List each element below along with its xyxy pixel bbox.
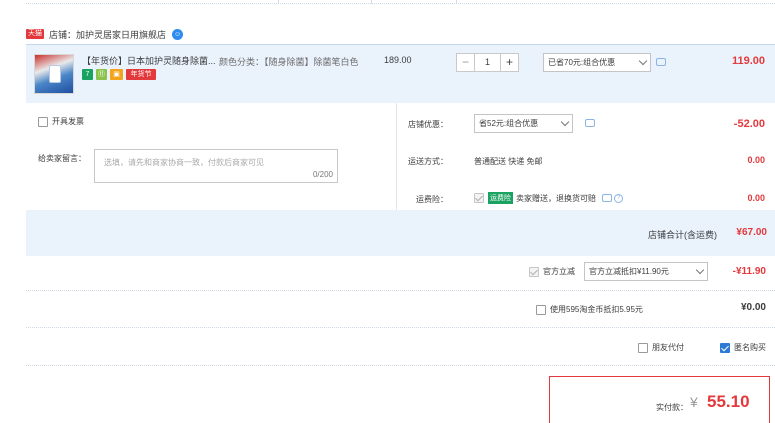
- store-discount-select-value: 省52元:组合优惠: [479, 119, 539, 128]
- anonymous-purchase-option[interactable]: 匿名购买: [720, 342, 766, 353]
- actual-payment-label: 实付款：: [656, 403, 688, 412]
- row-divider: [26, 327, 775, 328]
- store-discount-row: 店铺优惠： 省52元:组合优惠 -52.00: [397, 114, 775, 136]
- insurance-detail: 运费险 卖家赠送，退换货可赔 ?: [474, 192, 623, 204]
- shipping-insurance-row: 运费险： 运费险 卖家赠送，退换货可赔 ? 0.00: [397, 192, 775, 206]
- official-discount-label: 官方立减: [543, 267, 575, 276]
- row-divider: [26, 290, 775, 291]
- official-discount-select-value: 官方立减抵扣¥11.90元: [589, 267, 669, 276]
- anonymous-purchase-label: 匿名购买: [734, 343, 766, 352]
- invoice-option[interactable]: 开具发票: [38, 116, 84, 127]
- new-year-sale-badge: 年货节: [126, 69, 156, 80]
- chevron-down-icon: [638, 56, 648, 66]
- store-discount-select[interactable]: 省52元:组合优惠: [474, 114, 573, 133]
- taojinbi-option[interactable]: 使用595淘金币抵扣5.95元: [536, 304, 643, 315]
- chat-badge-icon[interactable]: ☺: [172, 28, 184, 40]
- shop-header: 天猫 店铺：加护灵居家日用旗舰店 ☺: [26, 24, 184, 44]
- product-title-link[interactable]: 【年货价】日本加护灵随身除菌...: [82, 55, 217, 67]
- row-divider: [26, 365, 775, 366]
- store-total-amount: ¥67.00: [736, 227, 767, 238]
- official-discount-row: 官方立减 官方立减抵扣¥11.90元 -¥11.90: [26, 261, 775, 281]
- chevron-down-icon: [695, 265, 705, 275]
- seller-message-placeholder: 选填，请先和商家协商一致，付款后商家可见: [104, 158, 264, 167]
- item-total: 119.00: [731, 55, 765, 67]
- credit-card-icon: ▣: [110, 69, 123, 80]
- leaf-service-icon: ⑪: [96, 69, 107, 80]
- help-icon[interactable]: ?: [614, 193, 623, 203]
- friend-pay-label: 朋友代付: [652, 343, 684, 352]
- insurance-tag: 运费险: [488, 192, 513, 204]
- column-tick: [456, 0, 457, 4]
- taojinbi-checkbox[interactable]: [536, 304, 546, 315]
- chevron-down-icon: [560, 117, 570, 127]
- official-discount-option: 官方立减: [529, 266, 575, 277]
- order-item-row: 【年货价】日本加护灵随身除菌... 7 ⑪ ▣ 年货节 颜色分类：【随身除菌】除…: [26, 44, 775, 103]
- column-tick: [278, 0, 279, 4]
- payment-options-row: 朋友代付 匿名购买: [26, 339, 775, 359]
- taojinbi-amount: ¥0.00: [740, 302, 766, 313]
- chat-bubble-icon[interactable]: [656, 58, 666, 66]
- store-fees-panel: 店铺优惠： 省52元:组合优惠 -52.00 运送方式： 普通配送 快递 免邮 …: [397, 103, 775, 210]
- order-notes-panel: 开具发票 给卖家留言： 选填，请先和商家协商一致，付款后商家可见 0/200: [26, 103, 397, 210]
- taojinbi-row: 使用595淘金币抵扣5.95元 ¥0.00: [26, 300, 775, 320]
- increase-quantity-button[interactable]: +: [500, 53, 519, 72]
- seller-message-label: 给卖家留言：: [38, 154, 86, 163]
- item-discount-select-value: 已省70元:组合优惠: [548, 58, 616, 67]
- insurance-amount: 0.00: [747, 193, 765, 203]
- anonymous-purchase-checkbox[interactable]: [720, 342, 730, 353]
- chat-bubble-icon[interactable]: [602, 194, 612, 202]
- insurance-description: 卖家赠送，退换货可赔: [516, 193, 596, 203]
- shop-name-link[interactable]: 店铺：加护灵居家日用旗舰店: [49, 28, 166, 41]
- store-discount-label: 店铺优惠：: [408, 120, 448, 129]
- top-divider: [26, 0, 775, 4]
- seven-day-return-icon: 7: [82, 69, 93, 80]
- actual-payment-box: 实付款： ¥ 55.10: [549, 376, 770, 423]
- taojinbi-label: 使用595淘金币抵扣5.95元: [550, 305, 643, 314]
- official-discount-select[interactable]: 官方立减抵扣¥11.90元: [584, 262, 708, 281]
- unit-price: 189.00: [384, 55, 412, 65]
- seller-message-textarea[interactable]: 选填，请先和商家协商一致，付款后商家可见 0/200: [94, 149, 338, 183]
- friend-pay-option[interactable]: 朋友代付: [638, 342, 684, 353]
- actual-payment-amount: 55.10: [707, 392, 750, 411]
- product-service-icons: 7 ⑪ ▣ 年货节: [82, 69, 156, 80]
- shipping-amount: 0.00: [747, 155, 765, 165]
- friend-pay-checkbox[interactable]: [638, 342, 648, 353]
- store-total-bar: 店铺合计(含运费) ¥67.00: [26, 210, 775, 256]
- sku-description: 颜色分类：【随身除菌】除菌笔白色: [219, 57, 359, 67]
- shipping-row: 运送方式： 普通配送 快递 免邮 0.00: [397, 155, 775, 169]
- insurance-checkbox: [474, 193, 484, 203]
- product-image-mark: [49, 65, 61, 83]
- invoice-checkbox[interactable]: [38, 116, 48, 127]
- currency-symbol: ¥: [690, 394, 698, 410]
- chat-bubble-icon[interactable]: [585, 119, 595, 127]
- shipping-label: 运送方式：: [408, 157, 448, 166]
- character-counter: 0/200: [312, 170, 333, 179]
- item-discount-select[interactable]: 已省70元:组合优惠: [543, 53, 651, 72]
- official-discount-amount: -¥11.90: [732, 266, 766, 277]
- column-tick: [371, 0, 372, 4]
- quantity-stepper: − 1 +: [456, 53, 519, 72]
- tmall-tag: 天猫: [26, 29, 44, 39]
- insurance-label: 运费险：: [416, 195, 448, 204]
- decrease-quantity-button[interactable]: −: [456, 53, 475, 72]
- store-total-label: 店铺合计(含运费): [648, 230, 717, 240]
- official-discount-checkbox: [529, 266, 539, 277]
- quantity-input[interactable]: 1: [475, 53, 500, 72]
- shipping-method: 普通配送 快递 免邮: [474, 157, 543, 166]
- store-discount-amount: -52.00: [733, 118, 765, 130]
- product-thumbnail[interactable]: [34, 54, 74, 94]
- invoice-label: 开具发票: [52, 117, 84, 126]
